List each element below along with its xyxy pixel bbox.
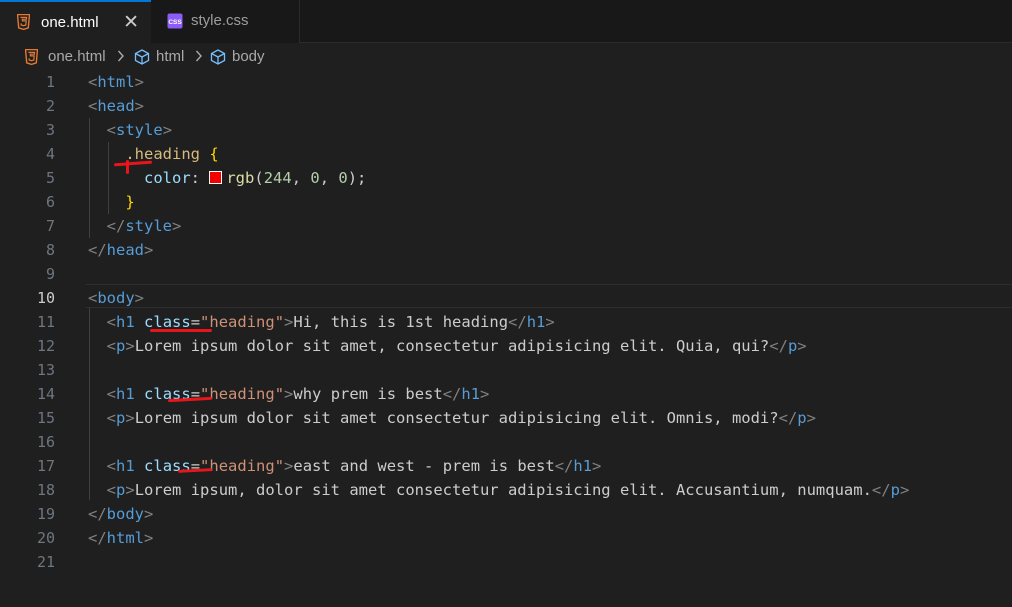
code-line: 2 <head> [0, 94, 1012, 118]
line-number: 18 [36, 481, 55, 499]
tag-name: style [125, 217, 173, 235]
tag-name: h1 [526, 313, 546, 331]
line-number: 21 [36, 553, 55, 571]
attribute-value: "heading" [200, 313, 285, 331]
annotation-underline [126, 160, 129, 174]
element-text: why prem is best [293, 385, 443, 403]
line-number: 13 [36, 361, 55, 379]
annotation-underline [150, 329, 212, 332]
code-line: 20 </html> [0, 526, 1012, 550]
code-line-current: 10 <body> [0, 286, 1012, 310]
number: 0 [338, 169, 348, 187]
tab-one-html[interactable]: one.html ✕ [0, 0, 151, 43]
code-line: 3 <style> [0, 118, 1012, 142]
tag-name: h1 [116, 313, 135, 331]
tag-name: style [116, 121, 163, 139]
line-number: 10 [36, 289, 55, 307]
code-line: 13 [0, 358, 1012, 382]
line-number: 9 [45, 265, 55, 283]
css-property: color [144, 169, 191, 187]
line-number: 19 [36, 505, 55, 523]
tag-name: html [106, 529, 144, 547]
tag-name: body [106, 505, 144, 523]
attribute-value: "heading" [200, 385, 285, 403]
breadcrumb-file[interactable]: one.html [48, 48, 106, 65]
css-icon: CSS [167, 13, 183, 33]
line-number: 20 [36, 529, 55, 547]
line-number: 15 [36, 409, 55, 427]
symbol-cube-icon [210, 49, 226, 69]
symbol-cube-icon [134, 49, 150, 69]
css-selector: .heading [125, 145, 200, 163]
tag-name: p [116, 481, 126, 499]
line-number: 3 [45, 121, 55, 139]
line-number: 2 [45, 97, 55, 115]
code-line: 14 <h1 class="heading">why prem is best<… [0, 382, 1012, 406]
number: 244 [263, 169, 292, 187]
tab-label: one.html [41, 14, 99, 31]
element-text: Lorem ipsum dolor sit amet consectetur a… [134, 409, 779, 427]
html5-icon [24, 48, 39, 69]
line-number: 4 [45, 145, 55, 163]
chevron-right-icon [195, 49, 203, 67]
code-line: 15 <p>Lorem ipsum dolor sit amet consect… [0, 406, 1012, 430]
tag-name: head [97, 97, 135, 115]
line-number: 7 [45, 217, 55, 235]
line-number: 11 [36, 313, 55, 331]
code-line: 19 </body> [0, 502, 1012, 526]
tag-name: html [97, 73, 135, 91]
brace: } [125, 193, 135, 211]
tag-name: h1 [116, 457, 135, 475]
editor-tab-bar: one.html ✕ CSS style.css [0, 0, 1012, 43]
breadcrumb-item-html[interactable]: html [156, 48, 184, 65]
code-line: 6 } [0, 190, 1012, 214]
tag-name: p [890, 481, 900, 499]
line-number: 14 [36, 385, 55, 403]
code-line: 1 <html> [0, 70, 1012, 94]
code-editor[interactable]: 1 <html> 2 <head> 3 <style> 4 .heading {… [0, 70, 1012, 607]
chevron-right-icon [117, 49, 125, 67]
tag-name: h1 [116, 385, 135, 403]
tag-name: p [797, 409, 807, 427]
code-line: 5 color: rgb(244, 0, 0); [0, 166, 1012, 190]
code-line: 7 </style> [0, 214, 1012, 238]
code-line: 8 </head> [0, 238, 1012, 262]
svg-text:CSS: CSS [168, 19, 182, 26]
element-text: Lorem ipsum, dolor sit amet consectetur … [134, 481, 872, 499]
tag-name: head [106, 241, 144, 259]
line-number: 1 [45, 73, 55, 91]
html5-icon [16, 13, 31, 34]
close-icon[interactable]: ✕ [123, 11, 139, 34]
element-text: Lorem ipsum dolor sit amet, consectetur … [134, 337, 770, 355]
code-line: 18 <p>Lorem ipsum, dolor sit amet consec… [0, 478, 1012, 502]
tag-name: p [116, 337, 126, 355]
line-number: 16 [36, 433, 55, 451]
line-number: 6 [45, 193, 55, 211]
line-number: 8 [45, 241, 55, 259]
tab-label: style.css [191, 12, 249, 29]
brace: { [209, 145, 219, 163]
code-line: 16 [0, 430, 1012, 454]
number: 0 [310, 169, 320, 187]
code-line: 12 <p>Lorem ipsum dolor sit amet, consec… [0, 334, 1012, 358]
attribute-value: "heading" [200, 457, 285, 475]
tag-name: h1 [461, 385, 481, 403]
line-number: 12 [36, 337, 55, 355]
css-function: rgb [226, 169, 255, 187]
tag-name: p [787, 337, 798, 355]
breadcrumb: one.html html body [0, 44, 1012, 70]
color-swatch-icon[interactable] [209, 171, 223, 184]
tag-name: p [116, 409, 126, 427]
line-number: 17 [36, 457, 55, 475]
element-text: east and west - prem is best [293, 457, 555, 475]
tab-style-css[interactable]: CSS style.css [151, 0, 300, 43]
tag-name: body [97, 289, 135, 307]
code-line: 9 [0, 262, 1012, 286]
tag-name: h1 [573, 457, 593, 475]
element-text: Hi, this is 1st heading [293, 313, 509, 331]
code-line: 21 [0, 550, 1012, 574]
breadcrumb-item-body[interactable]: body [232, 48, 265, 65]
line-number: 5 [45, 169, 55, 187]
code-line: 17 <h1 class="heading">east and west - p… [0, 454, 1012, 478]
